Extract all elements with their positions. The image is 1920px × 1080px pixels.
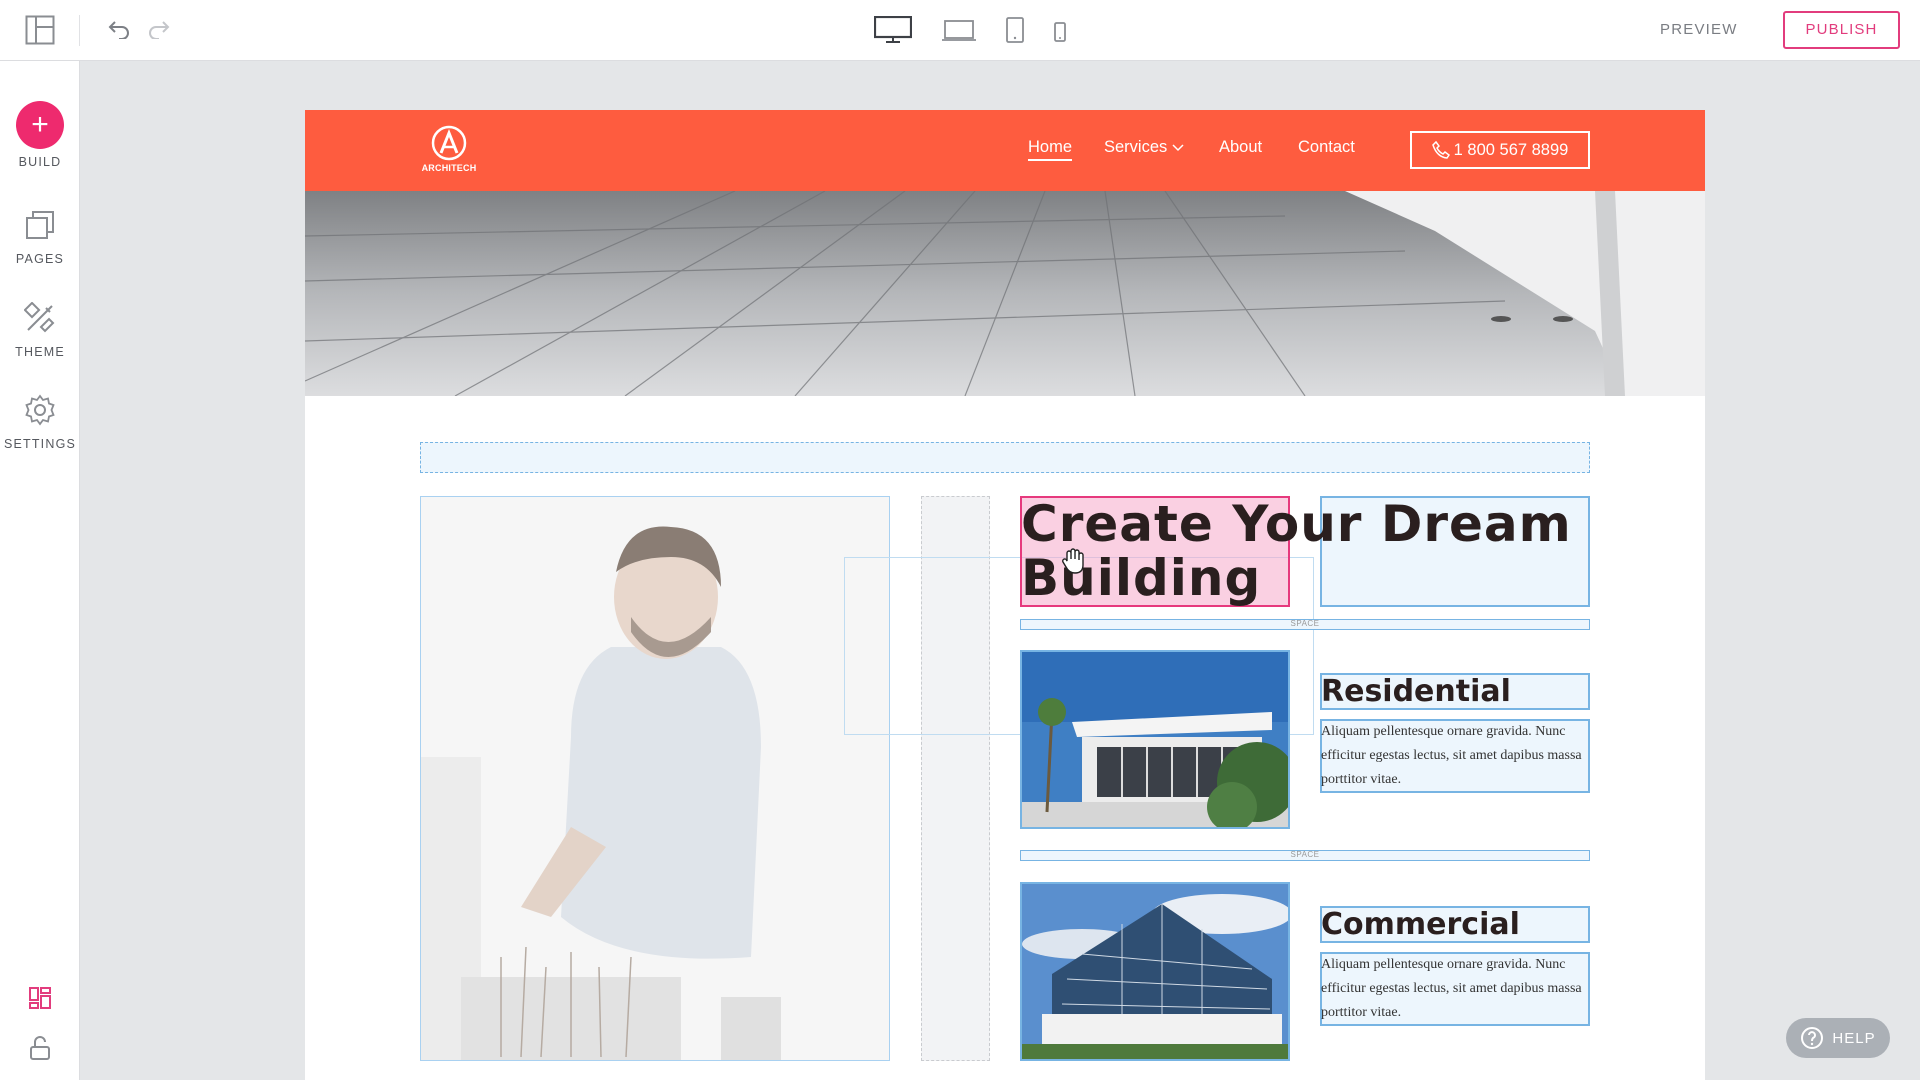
- lock-button[interactable]: [0, 1035, 80, 1066]
- residential-photo: [1022, 652, 1288, 827]
- laptop-view-icon[interactable]: [939, 17, 979, 45]
- chevron-down-icon: [1172, 144, 1184, 152]
- phone-icon: [1431, 141, 1450, 159]
- phone-number: 1 800 567 8899: [1453, 140, 1569, 159]
- editor-sidebar: + BUILD PAGES THEME SETTINGS: [0, 61, 80, 1080]
- commercial-text[interactable]: Aliquam pellentesque ornare gravida. Nun…: [1321, 953, 1589, 1025]
- sidebar-item-label: BUILD: [18, 155, 62, 169]
- logo-text: ARCHITECH: [421, 163, 477, 173]
- publish-button[interactable]: PUBLISH: [1783, 11, 1900, 49]
- architect-photo: [421, 497, 889, 1060]
- sidebar-item-label: PAGES: [15, 252, 65, 266]
- space-block-top[interactable]: [420, 442, 1590, 473]
- help-button[interactable]: HELP: [1786, 1018, 1890, 1058]
- space-block-1[interactable]: SPACE: [1020, 619, 1590, 630]
- canvas-page: ARCHITECH Home Services About Contact 1 …: [305, 110, 1705, 1080]
- space-block-2[interactable]: SPACE: [1020, 850, 1590, 861]
- toolbar-divider: [79, 15, 80, 46]
- widgets-button[interactable]: [0, 986, 80, 1015]
- hero-image[interactable]: [305, 191, 1705, 396]
- help-label: HELP: [1832, 1029, 1876, 1047]
- residential-text[interactable]: Aliquam pellentesque ornare gravida. Nun…: [1321, 720, 1589, 792]
- nav-about[interactable]: About: [1219, 138, 1262, 157]
- architect-image[interactable]: [420, 496, 890, 1061]
- desktop-view-icon[interactable]: [871, 15, 915, 45]
- logo-icon: [431, 125, 467, 161]
- site-header[interactable]: ARCHITECH Home Services About Contact 1 …: [305, 110, 1705, 191]
- tablet-view-icon[interactable]: [1004, 15, 1026, 45]
- sidebar-item-label: THEME: [15, 345, 65, 359]
- commercial-title[interactable]: Commercial: [1321, 908, 1520, 941]
- theme-icon: [23, 301, 56, 339]
- phone-button[interactable]: 1 800 567 8899: [1410, 131, 1590, 169]
- widgets-icon: [28, 986, 52, 1015]
- sidebar-item-settings[interactable]: SETTINGS: [0, 394, 80, 451]
- redo-icon[interactable]: [146, 16, 172, 42]
- sidebar-item-label: SETTINGS: [3, 437, 77, 451]
- undo-icon[interactable]: [106, 16, 132, 42]
- mobile-view-icon[interactable]: [1052, 20, 1068, 44]
- editor-toolbar: PREVIEW PUBLISH: [0, 0, 1920, 61]
- pages-icon: [24, 209, 56, 246]
- commercial-photo: [1022, 884, 1288, 1059]
- hero-floor-graphic: [305, 191, 1705, 396]
- nav-services-label: Services: [1104, 138, 1168, 156]
- grab-cursor-icon: [1062, 548, 1084, 574]
- preview-button[interactable]: PREVIEW: [1660, 17, 1738, 43]
- residential-image[interactable]: [1020, 650, 1290, 829]
- sidebar-item-build[interactable]: + BUILD: [0, 101, 80, 169]
- help-icon: [1801, 1027, 1824, 1049]
- page-heading[interactable]: Create Your Dream Building: [1021, 497, 1581, 605]
- gear-icon: [24, 394, 56, 431]
- nav-contact[interactable]: Contact: [1298, 138, 1355, 157]
- layout-icon[interactable]: [23, 13, 57, 47]
- unlock-icon: [29, 1035, 51, 1066]
- sidebar-item-theme[interactable]: THEME: [0, 301, 80, 359]
- commercial-image[interactable]: [1020, 882, 1290, 1061]
- nav-home[interactable]: Home: [1028, 138, 1073, 161]
- sidebar-item-pages[interactable]: PAGES: [0, 209, 80, 266]
- site-logo[interactable]: ARCHITECH: [419, 125, 479, 173]
- nav-services[interactable]: Services: [1104, 138, 1184, 157]
- plus-icon[interactable]: +: [16, 101, 64, 149]
- residential-title[interactable]: Residential: [1321, 675, 1511, 708]
